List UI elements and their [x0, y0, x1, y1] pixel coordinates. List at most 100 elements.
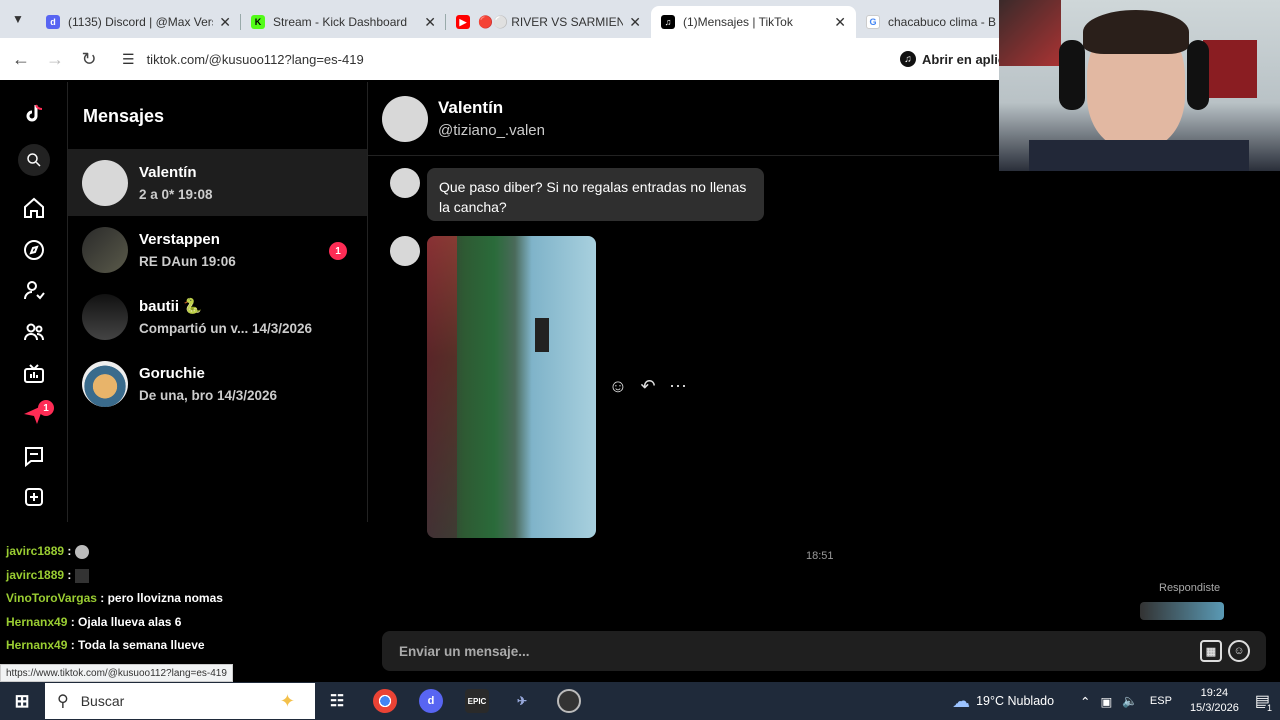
notification-count: 1 [1264, 703, 1274, 713]
chat-username: Hernanx49 [6, 615, 68, 629]
tiktok-logo-icon: ♫ [900, 51, 916, 67]
chat-partner-name[interactable]: Valentín [438, 98, 503, 118]
upload-plus-icon[interactable] [18, 481, 50, 513]
language-indicator[interactable]: ESP [1150, 695, 1172, 707]
emote-icon [74, 568, 89, 583]
search-icon[interactable] [18, 144, 50, 176]
windows-taskbar: ⊞ ⚲ Buscar ✦ ☷ d EPIC ✈ ☁ 19°C Nublado ⌃… [0, 682, 1280, 720]
chevron-down-icon: ▼ [12, 12, 24, 26]
obs-icon[interactable] [557, 689, 581, 713]
reload-icon[interactable]: ↻ [72, 42, 106, 76]
inbox-icon[interactable] [18, 440, 50, 472]
google-favicon-icon: G [866, 15, 880, 29]
chat-partner-handle[interactable]: @tiziano_.valen [438, 122, 545, 139]
clock-date: 15/3/2026 [1189, 702, 1239, 714]
app-icon[interactable]: ✈ [510, 689, 534, 713]
message-bubble[interactable]: Que paso diber? Si no regalas entradas n… [427, 168, 764, 221]
chat-line: VinoToroVargas : pero llovizna nomas [6, 591, 223, 605]
site-settings-icon[interactable]: ☰ [122, 51, 135, 68]
discord-icon[interactable]: d [419, 689, 443, 713]
conversation-name: Verstappen [139, 230, 220, 248]
tab-youtube[interactable]: ▶ 🔴⚪ RIVER VS SARMIENTO ✕ [446, 6, 651, 38]
tab-tiktok[interactable]: ♫ (1)Mensajes | TikTok ✕ [651, 6, 856, 38]
chat-message: Toda la semana llueve [78, 638, 205, 652]
friends-icon[interactable] [18, 316, 50, 348]
tab-title: (1)Mensajes | TikTok [683, 15, 793, 29]
avatar[interactable] [382, 96, 428, 142]
epic-games-icon[interactable]: EPIC [465, 689, 489, 713]
notification-icon[interactable]: ▤ 1 [1255, 691, 1274, 713]
close-icon[interactable]: ✕ [219, 14, 231, 31]
gif-image-icon[interactable]: ▦ [1200, 640, 1222, 662]
network-icon[interactable]: ▣ [1101, 694, 1113, 709]
reply-arrow-icon[interactable]: ↶ [636, 374, 660, 398]
chat-username: javirc1889 [6, 544, 65, 558]
chevron-up-icon[interactable]: ⌃ [1080, 694, 1090, 709]
forward-arrow-icon[interactable]: → [38, 42, 72, 76]
avatar [82, 226, 128, 273]
following-icon[interactable] [18, 274, 50, 306]
tiktok-logo-icon[interactable] [18, 98, 50, 130]
weather-text[interactable]: 19°C Nublado [976, 694, 1054, 708]
messages-badge: 1 [38, 400, 54, 416]
chat-line: Hernanx49 : Toda la semana llueve [6, 638, 205, 652]
search-icon: ⚲ [57, 693, 69, 710]
unread-badge: 1 [329, 242, 347, 260]
message-timestamp: 18:51 [806, 550, 834, 562]
tab-search-button[interactable]: ▼ [0, 0, 36, 38]
avatar [82, 159, 128, 206]
clock[interactable]: 19:24 15/3/2026 [1190, 686, 1239, 716]
tab-kick[interactable]: K Stream - Kick Dashboard ✕ [241, 6, 446, 38]
headphones-left [1059, 40, 1085, 110]
tab-discord[interactable]: d (1135) Discord | @Max Verst ✕ [36, 6, 241, 38]
conversation-item-valentin[interactable]: Valentín 2 a 0* 19:08 [68, 149, 367, 216]
poster-left [999, 0, 1061, 66]
close-icon[interactable]: ✕ [629, 14, 641, 31]
search-placeholder: Buscar [80, 693, 125, 709]
clock-time: 19:24 [1200, 687, 1229, 699]
avatar [82, 293, 128, 340]
reply-thumbnail[interactable] [1140, 602, 1224, 620]
conversation-name: bautii 🐍 [139, 298, 202, 315]
streamer-shirt [1029, 140, 1249, 171]
url-text: tiktok.com/@kusuoo112?lang=es-419 [146, 51, 364, 67]
webcam-overlay [999, 0, 1280, 171]
tiktok-sidebar-rail: 1 [0, 82, 68, 522]
live-tv-icon[interactable] [18, 358, 50, 390]
chat-username: javirc1889 [6, 568, 65, 582]
replied-label: Respondiste [1159, 582, 1221, 594]
emote-icon [74, 544, 89, 559]
conversation-preview: RE DAun 19:06 [139, 253, 236, 269]
avatar[interactable] [390, 236, 420, 266]
avatar[interactable] [390, 168, 420, 198]
conversation-item-verstappen[interactable]: Verstappen RE DAun 19:06 1 [68, 216, 367, 283]
explore-compass-icon[interactable] [18, 234, 50, 266]
home-icon[interactable] [18, 192, 50, 224]
chrome-icon[interactable] [373, 689, 397, 713]
windows-start-icon[interactable]: ⊞ [10, 689, 34, 713]
message-input-placeholder: Enviar un mensaje... [399, 643, 530, 659]
taskbar-search[interactable]: ⚲ Buscar ✦ [45, 683, 315, 719]
close-icon[interactable]: ✕ [424, 14, 436, 31]
volume-icon[interactable]: 🔈 [1122, 694, 1138, 709]
conversation-preview: Compartió un v... 14/3/2026 [139, 321, 313, 336]
chat-message: pero llovizna nomas [107, 591, 223, 605]
conversation-item-goruchie[interactable]: Goruchie De una, bro 14/3/2026 [68, 350, 367, 417]
system-tray: ☁ 19°C Nublado ⌃ ▣ 🔈 ESP 19:24 15/3/2026… [952, 682, 1280, 720]
emoji-icon[interactable]: ☺ [1228, 640, 1250, 662]
close-icon[interactable]: ✕ [834, 14, 846, 31]
conversation-list-panel: Mensajes Valentín 2 a 0* 19:08 Verstappen… [68, 82, 368, 522]
back-arrow-icon[interactable]: ← [4, 42, 38, 76]
conversation-view: Valentín @tiziano_.valen Que paso diber?… [368, 82, 1280, 682]
video-scene-stands [427, 236, 457, 538]
more-options-icon[interactable]: ⋯ [666, 374, 690, 398]
video-scene-detail [535, 318, 549, 352]
tab-title: (1135) Discord | @Max Verst [68, 15, 214, 29]
sparkle-icon: ✦ [279, 690, 295, 711]
shared-video-thumbnail[interactable] [427, 236, 596, 538]
conversation-item-bautii[interactable]: bautii 🐍 Compartió un v... 14/3/2026 [68, 283, 367, 350]
react-emoji-icon[interactable]: ☺ [606, 374, 630, 398]
task-view-icon[interactable]: ☷ [325, 689, 349, 713]
kick-favicon-icon: K [251, 15, 265, 29]
message-input[interactable]: Enviar un mensaje... ▦ ☺ [382, 631, 1266, 671]
